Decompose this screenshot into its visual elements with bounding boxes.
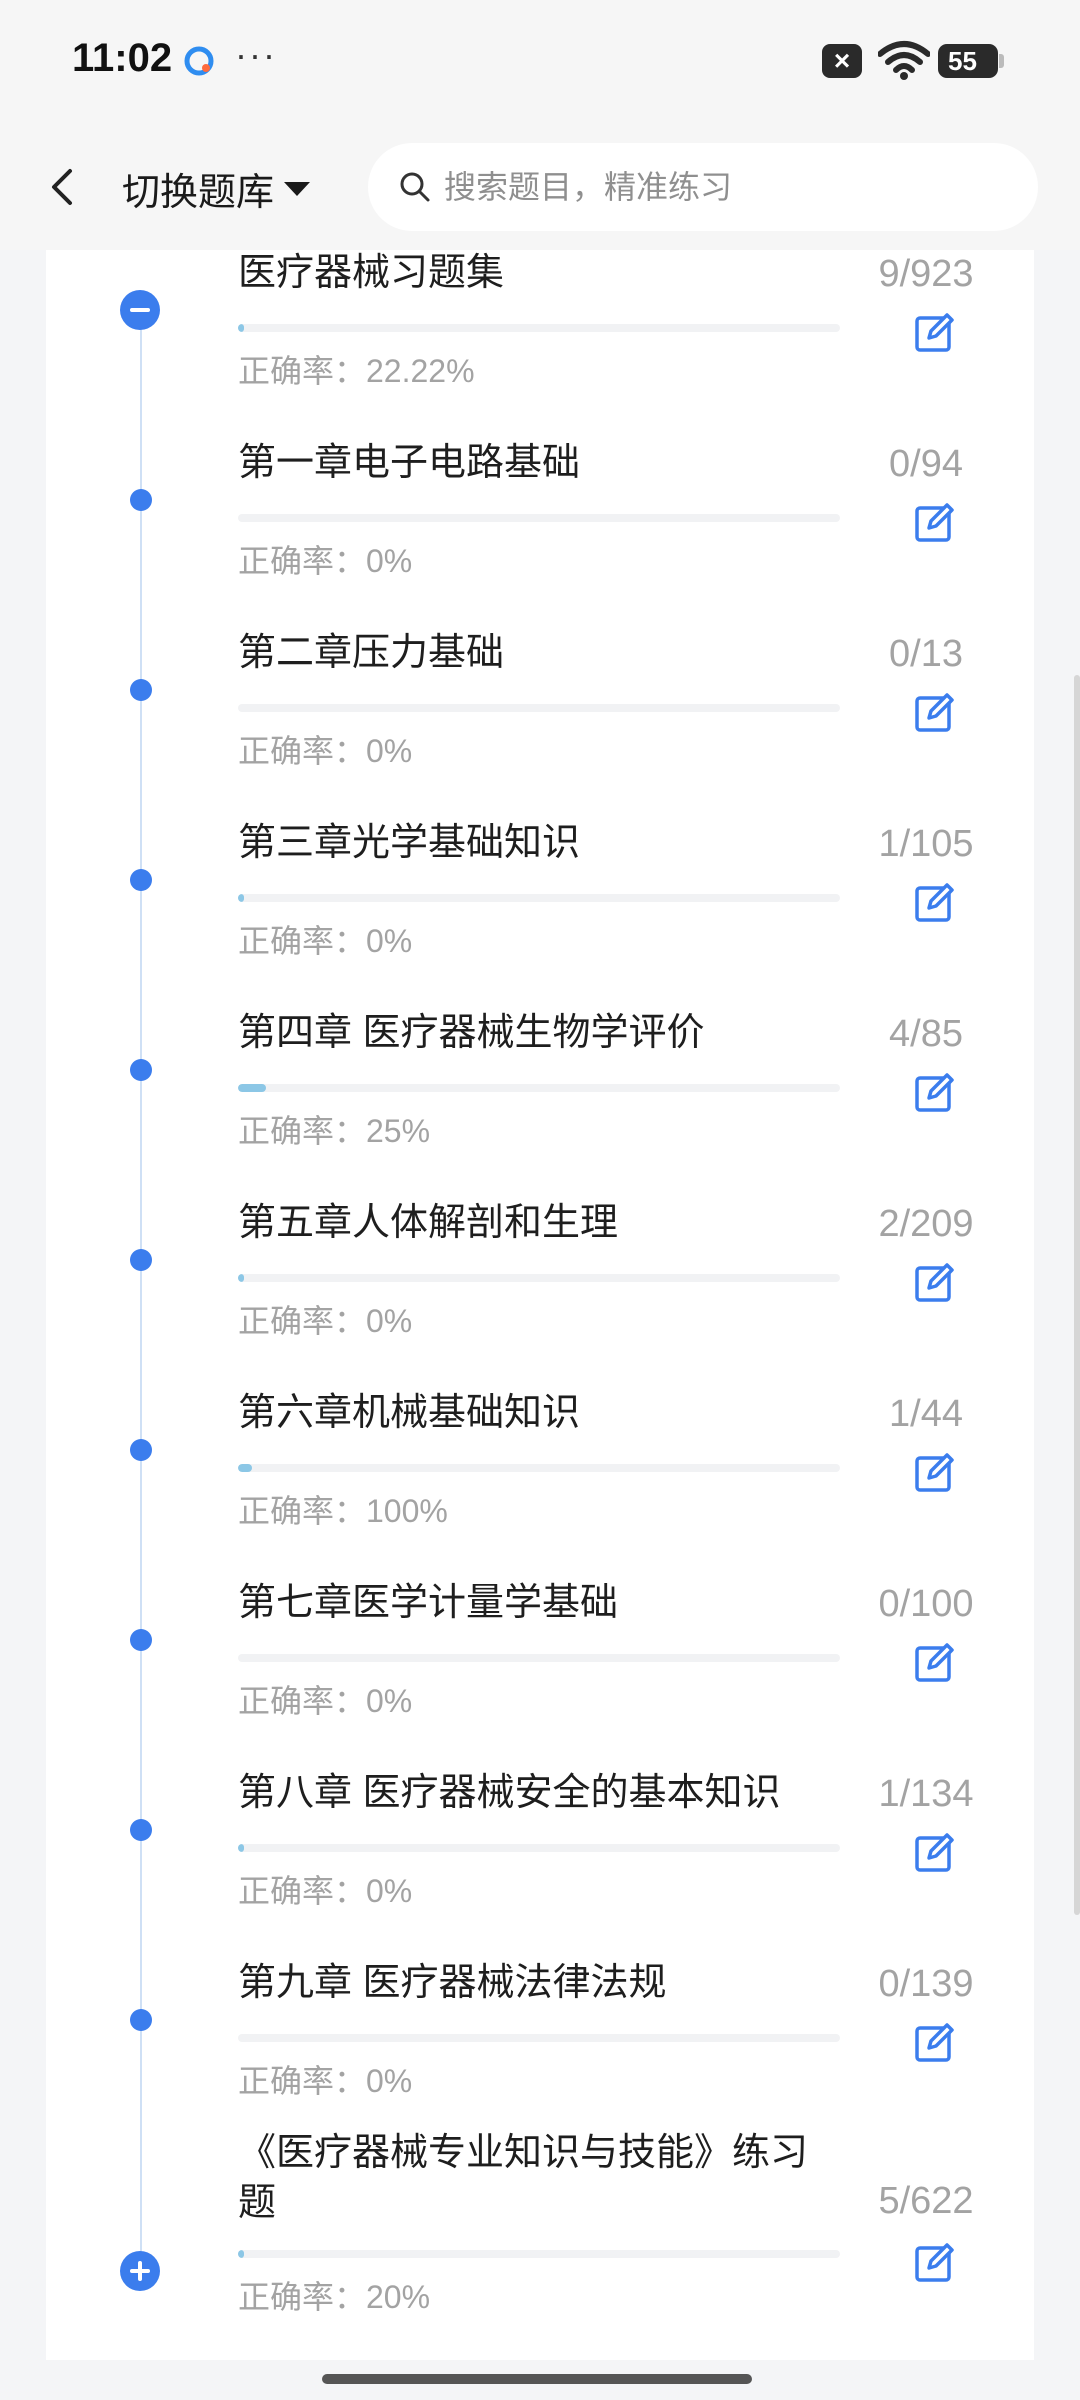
chapter-title: 第四章 医疗器械生物学评价 (238, 1012, 705, 1054)
edit-practice-icon[interactable] (913, 880, 957, 924)
chapter-item[interactable]: 第九章 医疗器械法律法规 正确率：0% 0/139 (46, 1870, 1034, 2099)
chapter-list: 医疗器械习题集 正确率：22.22% 9/923 第一章电子电路基础 正确率：0… (46, 250, 1034, 2360)
chapter-title: 第一章电子电路基础 (238, 442, 581, 484)
question-count: 1/44 (889, 1393, 963, 1435)
progress-bar (238, 1844, 840, 1852)
question-count: 4/85 (889, 1013, 963, 1055)
edit-practice-icon[interactable] (913, 1830, 957, 1874)
timeline-dot (130, 679, 152, 701)
timeline-dot (130, 489, 152, 511)
timeline-dot (130, 869, 152, 891)
chapter-title: 《医疗器械专业知识与技能》练习题 (238, 2132, 809, 2224)
progress-fill (238, 1084, 267, 1092)
chapter-item[interactable]: 医疗器械习题集 正确率：22.22% 9/923 (46, 250, 1034, 389)
status-bar: 11:02 ··· × 55 (0, 0, 1080, 125)
progress-fill (238, 1274, 245, 1282)
progress-fill (238, 2250, 245, 2258)
home-indicator[interactable] (322, 2374, 752, 2384)
question-count: 0/139 (878, 1963, 974, 2005)
chapter-item[interactable]: 第三章光学基础知识 正确率：0% 1/105 (46, 730, 1034, 959)
progress-bar (238, 2250, 840, 2258)
timeline-dot (130, 2009, 152, 2031)
chapter-item[interactable]: 第四章 医疗器械生物学评价 正确率：25% 4/85 (46, 920, 1034, 1149)
edit-practice-icon[interactable] (913, 1640, 957, 1684)
progress-bar (238, 1654, 840, 1662)
notification-x-icon: × (822, 44, 862, 78)
app-notification-icon (184, 46, 214, 76)
question-count: 1/105 (878, 823, 974, 865)
timeline-dot (130, 1629, 152, 1651)
switch-question-bank-button[interactable]: 切换题库 (122, 161, 311, 216)
chapter-title: 第八章 医疗器械安全的基本知识 (238, 1772, 781, 1814)
top-nav-bar: 切换题库 (0, 125, 1080, 250)
chapter-item[interactable]: 第五章人体解剖和生理 正确率：0% 2/209 (46, 1110, 1034, 1339)
edit-practice-icon[interactable] (913, 1260, 957, 1304)
edit-practice-icon[interactable] (913, 2240, 957, 2284)
wifi-icon (878, 41, 930, 80)
edit-practice-icon[interactable] (913, 690, 957, 734)
progress-fill (238, 1844, 245, 1852)
search-box[interactable] (368, 143, 1038, 231)
expand-plus-icon[interactable] (120, 2251, 160, 2291)
progress-bar (238, 704, 840, 712)
progress-bar (238, 514, 840, 522)
chapter-item[interactable]: 第一章电子电路基础 正确率：0% 0/94 (46, 350, 1034, 579)
question-count: 1/134 (878, 1773, 974, 1815)
chapter-item[interactable]: 第二章压力基础 正确率：0% 0/13 (46, 540, 1034, 769)
progress-bar (238, 1464, 840, 1472)
chapter-title: 第二章压力基础 (238, 632, 505, 674)
chapter-item[interactable]: 第六章机械基础知识 正确率：100% 1/44 (46, 1300, 1034, 1529)
collapse-minus-icon[interactable] (120, 290, 160, 330)
edit-practice-icon[interactable] (913, 2020, 957, 2064)
search-input[interactable] (442, 167, 1006, 207)
chapter-item[interactable]: 第八章 医疗器械安全的基本知识 正确率：0% 1/134 (46, 1680, 1034, 1909)
chapter-title: 第三章光学基础知识 (238, 822, 581, 864)
progress-fill (238, 1464, 252, 1472)
timeline-dot (130, 1249, 152, 1271)
progress-bar (238, 324, 840, 332)
timeline-dot (130, 1439, 152, 1461)
caret-down-icon (284, 181, 311, 196)
chapter-title: 第五章人体解剖和生理 (238, 1202, 619, 1244)
chapter-item[interactable]: 《医疗器械专业知识与技能》练习题 正确率：20% 5/622 (46, 2060, 1034, 2315)
edit-practice-icon[interactable] (913, 500, 957, 544)
switch-question-bank-label: 切换题库 (122, 172, 275, 214)
chapter-title: 第六章机械基础知识 (238, 1392, 581, 1434)
question-count: 9/923 (878, 253, 974, 295)
battery-icon: 55 (938, 44, 1004, 78)
question-count: 0/13 (889, 633, 963, 675)
status-time: 11:02 (72, 36, 173, 80)
progress-fill (238, 894, 245, 902)
timeline-dot (130, 1819, 152, 1841)
question-count: 0/94 (889, 443, 963, 485)
timeline-dot (130, 1059, 152, 1081)
progress-bar (238, 2034, 840, 2042)
question-count: 0/100 (878, 1583, 974, 1625)
search-icon (400, 172, 430, 202)
question-count: 5/622 (878, 2180, 974, 2222)
edit-practice-icon[interactable] (913, 1450, 957, 1494)
chapter-item[interactable]: 第七章医学计量学基础 正确率：0% 0/100 (46, 1490, 1034, 1719)
progress-bar (238, 1084, 840, 1092)
chapter-title: 医疗器械习题集 (238, 252, 505, 294)
back-icon[interactable] (36, 159, 92, 215)
progress-bar (238, 894, 840, 902)
progress-bar (238, 1274, 840, 1282)
chapter-title: 第九章 医疗器械法律法规 (238, 1962, 667, 2004)
chapter-title: 第七章医学计量学基础 (238, 1582, 619, 1624)
scrollbar[interactable] (1074, 675, 1080, 1915)
edit-practice-icon[interactable] (913, 310, 957, 354)
progress-fill (238, 324, 245, 332)
accuracy-rate: 正确率：20% (238, 2279, 431, 2315)
question-count: 2/209 (878, 1203, 974, 1245)
edit-practice-icon[interactable] (913, 1070, 957, 1114)
more-notifications-icon: ··· (235, 34, 277, 75)
